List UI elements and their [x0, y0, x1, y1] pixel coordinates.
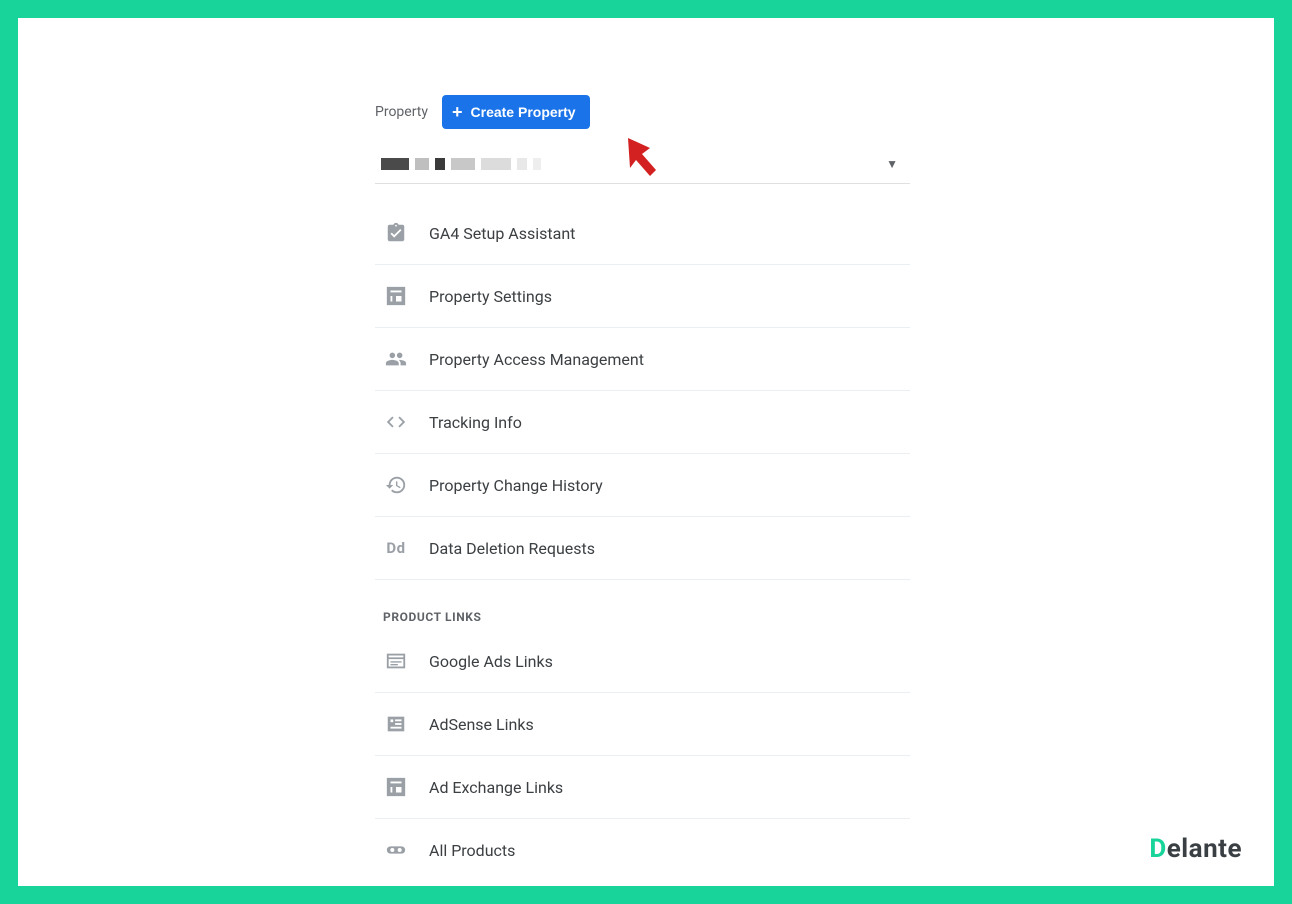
- property-label: Property: [375, 104, 428, 120]
- menu-item-property-change-history[interactable]: Property Change History: [375, 454, 910, 517]
- menu-item-label: AdSense Links: [429, 715, 534, 734]
- logo-rest: elante: [1167, 834, 1242, 864]
- property-admin-panel: Property + Create Property ▼ GA4 Setup A…: [375, 95, 910, 881]
- menu-item-all-products[interactable]: All Products: [375, 819, 910, 881]
- create-property-button-label: Create Property: [471, 104, 576, 120]
- create-property-button[interactable]: + Create Property: [442, 95, 590, 129]
- redacted-property-name: [375, 158, 541, 170]
- delante-logo: Delante: [1149, 834, 1242, 864]
- menu-item-label: GA4 Setup Assistant: [429, 224, 575, 243]
- section-header-product-links: PRODUCT LINKS: [375, 580, 910, 630]
- chevron-down-icon: ▼: [886, 157, 898, 171]
- menu-item-google-ads-links[interactable]: Google Ads Links: [375, 630, 910, 693]
- menu-item-label: Ad Exchange Links: [429, 778, 563, 797]
- menu-item-label: All Products: [429, 841, 515, 860]
- ads-icon: [383, 648, 409, 674]
- menu-item-label: Property Settings: [429, 287, 552, 306]
- property-header: Property + Create Property: [375, 95, 910, 129]
- clipboard-check-icon: [383, 220, 409, 246]
- link-icon: [383, 837, 409, 863]
- dd-icon: Dd: [383, 535, 409, 561]
- history-icon: [383, 472, 409, 498]
- plus-icon: +: [452, 103, 463, 121]
- menu-item-data-deletion-requests[interactable]: Dd Data Deletion Requests: [375, 517, 910, 580]
- menu-item-label: Google Ads Links: [429, 652, 553, 671]
- menu-item-adsense-links[interactable]: AdSense Links: [375, 693, 910, 756]
- menu-item-ad-exchange-links[interactable]: Ad Exchange Links: [375, 756, 910, 819]
- menu-item-label: Tracking Info: [429, 413, 522, 432]
- adsense-icon: [383, 711, 409, 737]
- layout-icon: [383, 283, 409, 309]
- logo-first-letter: D: [1149, 834, 1166, 864]
- menu-item-label: Data Deletion Requests: [429, 539, 595, 558]
- menu-item-tracking-info[interactable]: Tracking Info: [375, 391, 910, 454]
- layout-icon: [383, 774, 409, 800]
- people-icon: [383, 346, 409, 372]
- code-icon: [383, 409, 409, 435]
- property-menu: GA4 Setup Assistant Property Settings Pr…: [375, 202, 910, 881]
- menu-item-property-settings[interactable]: Property Settings: [375, 265, 910, 328]
- menu-item-ga4-setup-assistant[interactable]: GA4 Setup Assistant: [375, 202, 910, 265]
- menu-item-label: Property Change History: [429, 476, 603, 495]
- property-selector[interactable]: ▼: [375, 151, 910, 184]
- menu-item-property-access-management[interactable]: Property Access Management: [375, 328, 910, 391]
- menu-item-label: Property Access Management: [429, 350, 644, 369]
